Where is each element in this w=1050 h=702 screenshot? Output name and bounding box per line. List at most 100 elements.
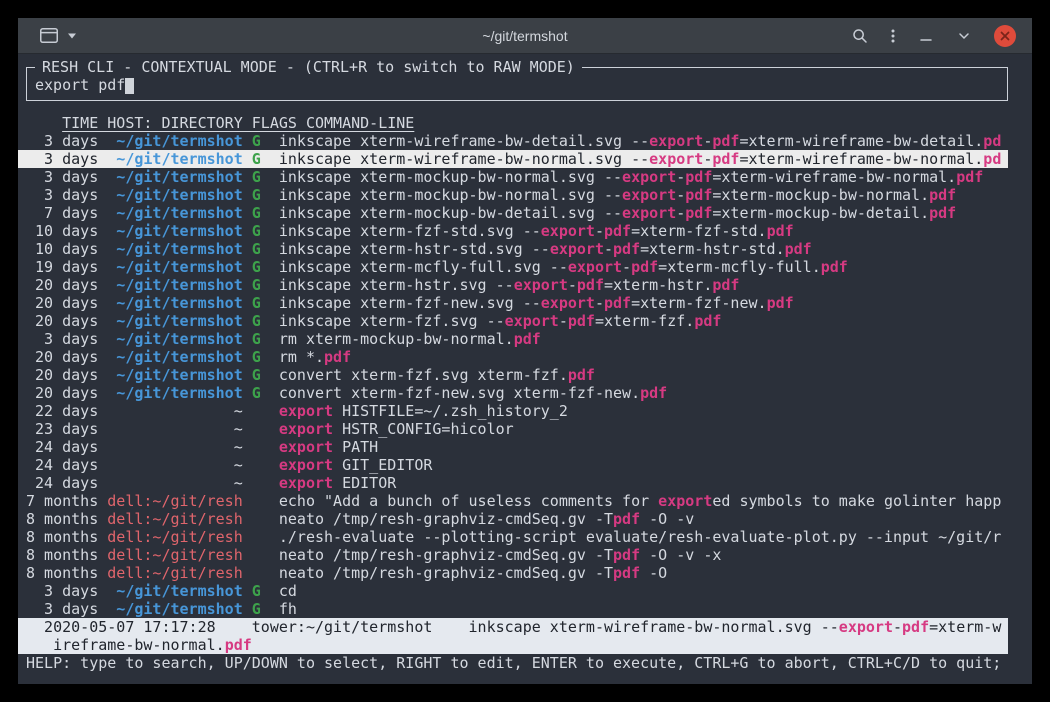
match-highlight: pdf bbox=[902, 618, 929, 636]
command-text: ed symbols to make golinter happ bbox=[712, 492, 1001, 510]
match-highlight: export bbox=[622, 168, 676, 186]
history-row[interactable]: 3 days ~/git/termshot G fh bbox=[18, 600, 1008, 618]
help-bar: HELP: type to search, UP/DOWN to select,… bbox=[18, 654, 1008, 672]
command-cell: inkscape xterm-wireframe-bw-detail.svg -… bbox=[279, 132, 1001, 150]
history-row[interactable]: 3 days ~/git/termshot G rm xterm-mockup-… bbox=[18, 330, 1008, 348]
search-panel[interactable]: RESH CLI - CONTEXTUAL MODE - (CTRL+R to … bbox=[26, 67, 1008, 101]
history-row[interactable]: 10 days ~/git/termshot G inkscape xterm-… bbox=[18, 240, 1008, 258]
command-text: =xterm-mockup-bw-normal. bbox=[712, 186, 929, 204]
command-text: - bbox=[676, 204, 685, 222]
history-row[interactable]: 8 months dell:~/git/resh ./resh-evaluate… bbox=[18, 528, 1008, 546]
match-highlight: export bbox=[622, 186, 676, 204]
flags-cell: G bbox=[252, 258, 279, 276]
history-row[interactable]: 3 days ~/git/termshot G inkscape xterm-w… bbox=[18, 132, 1008, 150]
history-row[interactable]: 19 days ~/git/termshot G inkscape xterm-… bbox=[18, 258, 1008, 276]
command-text: HSTR_CONFIG=hicolor bbox=[333, 420, 514, 438]
time-cell: 24 days bbox=[26, 474, 107, 492]
history-row[interactable]: 8 months dell:~/git/resh neato /tmp/resh… bbox=[18, 564, 1008, 582]
history-row[interactable]: 7 months dell:~/git/resh echo "Add a bun… bbox=[18, 492, 1008, 510]
minimize-icon bbox=[918, 28, 934, 44]
history-row[interactable]: 20 days ~/git/termshot G inkscape xterm-… bbox=[18, 312, 1008, 330]
kebab-menu-icon bbox=[890, 28, 896, 44]
match-highlight: pdf bbox=[577, 276, 604, 294]
command-text: inkscape xterm-fzf.svg -- bbox=[279, 312, 505, 330]
flags-cell: G bbox=[252, 150, 279, 168]
history-row[interactable]: 20 days ~/git/termshot G convert xterm-f… bbox=[18, 384, 1008, 402]
history-row[interactable]: 24 days ~ export GIT_EDITOR bbox=[18, 456, 1008, 474]
time-cell: 7 months bbox=[26, 492, 107, 510]
command-text: ireframe-bw-normal. bbox=[53, 636, 225, 654]
unmaximize-button[interactable] bbox=[956, 28, 972, 44]
command-cell: neato /tmp/resh-graphviz-cmdSeq.gv -Tpdf… bbox=[279, 510, 694, 528]
host-dir-cell: ~/git/termshot bbox=[107, 222, 252, 240]
match-highlight: pdf bbox=[640, 384, 667, 402]
close-button[interactable] bbox=[994, 25, 1016, 47]
time-cell: 8 months bbox=[26, 564, 107, 582]
command-cell: fh bbox=[279, 600, 297, 618]
flags-cell bbox=[252, 546, 279, 564]
minimize-button[interactable] bbox=[918, 28, 934, 44]
history-row[interactable]: 3 days ~/git/termshot G inkscape xterm-m… bbox=[18, 186, 1008, 204]
host-dir-cell: dell:~/git/resh bbox=[107, 546, 252, 564]
flags-cell bbox=[252, 438, 279, 456]
history-row[interactable]: 24 days ~ export EDITOR bbox=[18, 474, 1008, 492]
match-highlight: pd bbox=[983, 150, 1001, 168]
flags-cell: G bbox=[252, 168, 279, 186]
history-row[interactable]: 20 days ~/git/termshot G rm *.pdf bbox=[18, 348, 1008, 366]
table-header-underline: TIME HOST: DIRECTORY FLAGS COMMAND-LINE bbox=[62, 114, 414, 132]
match-highlight: export bbox=[279, 420, 333, 438]
command-text: ./resh-evaluate --plotting-script evalua… bbox=[279, 528, 1001, 546]
new-terminal-tab-button[interactable] bbox=[40, 28, 58, 43]
history-row[interactable]: 3 days ~/git/termshot G cd bbox=[18, 582, 1008, 600]
history-row[interactable]: 8 months dell:~/git/resh neato /tmp/resh… bbox=[18, 546, 1008, 564]
command-text: inkscape xterm-mockup-bw-detail.svg -- bbox=[279, 204, 622, 222]
chevron-down-icon bbox=[67, 33, 77, 39]
menu-button[interactable] bbox=[890, 28, 896, 44]
time-cell: 22 days bbox=[26, 402, 107, 420]
history-row[interactable]: 8 months dell:~/git/resh neato /tmp/resh… bbox=[18, 510, 1008, 528]
command-cell: convert xterm-fzf-new.svg xterm-fzf-new.… bbox=[279, 384, 667, 402]
flags-cell bbox=[252, 402, 279, 420]
host-dir-cell: ~/git/termshot bbox=[107, 240, 252, 258]
command-text: - bbox=[703, 132, 712, 150]
flags-cell bbox=[252, 528, 279, 546]
match-highlight: export bbox=[279, 438, 333, 456]
command-cell: neato /tmp/resh-graphviz-cmdSeq.gv -Tpdf… bbox=[279, 546, 722, 564]
time-cell: 3 days bbox=[26, 330, 107, 348]
command-cell: rm xterm-mockup-bw-normal.pdf bbox=[279, 330, 541, 348]
command-text: -O -v bbox=[640, 510, 694, 528]
search-icon bbox=[852, 28, 868, 44]
history-row[interactable]: 10 days ~/git/termshot G inkscape xterm-… bbox=[18, 222, 1008, 240]
history-row[interactable]: 20 days ~/git/termshot G inkscape xterm-… bbox=[18, 294, 1008, 312]
command-text: neato /tmp/resh-graphviz-cmdSeq.gv -T bbox=[279, 510, 613, 528]
history-row[interactable]: 3 days ~/git/termshot G inkscape xterm-m… bbox=[18, 168, 1008, 186]
history-row[interactable]: 24 days ~ export PATH bbox=[18, 438, 1008, 456]
search-input[interactable]: export pdf bbox=[35, 76, 999, 94]
command-text: =xterm-fzf-new. bbox=[631, 294, 766, 312]
match-highlight: pdf bbox=[767, 294, 794, 312]
command-cell: inkscape xterm-mockup-bw-normal.svg --ex… bbox=[279, 168, 983, 186]
search-button[interactable] bbox=[852, 28, 868, 44]
match-highlight: pdf bbox=[929, 204, 956, 222]
time-cell: 24 days bbox=[26, 438, 107, 456]
command-text: -O -v -x bbox=[640, 546, 721, 564]
tab-dropdown-button[interactable] bbox=[67, 33, 77, 39]
match-highlight: pdf bbox=[324, 348, 351, 366]
command-text: inkscape xterm-hstr-std.svg -- bbox=[279, 240, 550, 258]
command-text: inkscape xterm-mockup-bw-normal.svg -- bbox=[279, 168, 622, 186]
command-text: neato /tmp/resh-graphviz-cmdSeq.gv -T bbox=[279, 564, 613, 582]
match-highlight: pdf bbox=[604, 294, 631, 312]
history-row[interactable]: 22 days ~ export HISTFILE=~/.zsh_history… bbox=[18, 402, 1008, 420]
history-row[interactable]: 7 days ~/git/termshot G inkscape xterm-m… bbox=[18, 204, 1008, 222]
time-cell: 23 days bbox=[26, 420, 107, 438]
history-row[interactable]: 20 days ~/git/termshot G convert xterm-f… bbox=[18, 366, 1008, 384]
history-row[interactable]: 3 days ~/git/termshot G inkscape xterm-w… bbox=[18, 150, 1008, 168]
command-text: =xterm-mockup-bw-detail. bbox=[712, 204, 929, 222]
match-highlight: pdf bbox=[685, 186, 712, 204]
titlebar[interactable]: ~/git/termshot bbox=[18, 18, 1032, 54]
history-row[interactable]: 23 days ~ export HSTR_CONFIG=hicolor bbox=[18, 420, 1008, 438]
history-row[interactable]: 20 days ~/git/termshot G inkscape xterm-… bbox=[18, 276, 1008, 294]
match-highlight: export bbox=[279, 474, 333, 492]
command-text: EDITOR bbox=[333, 474, 396, 492]
match-highlight: pdf bbox=[712, 132, 739, 150]
